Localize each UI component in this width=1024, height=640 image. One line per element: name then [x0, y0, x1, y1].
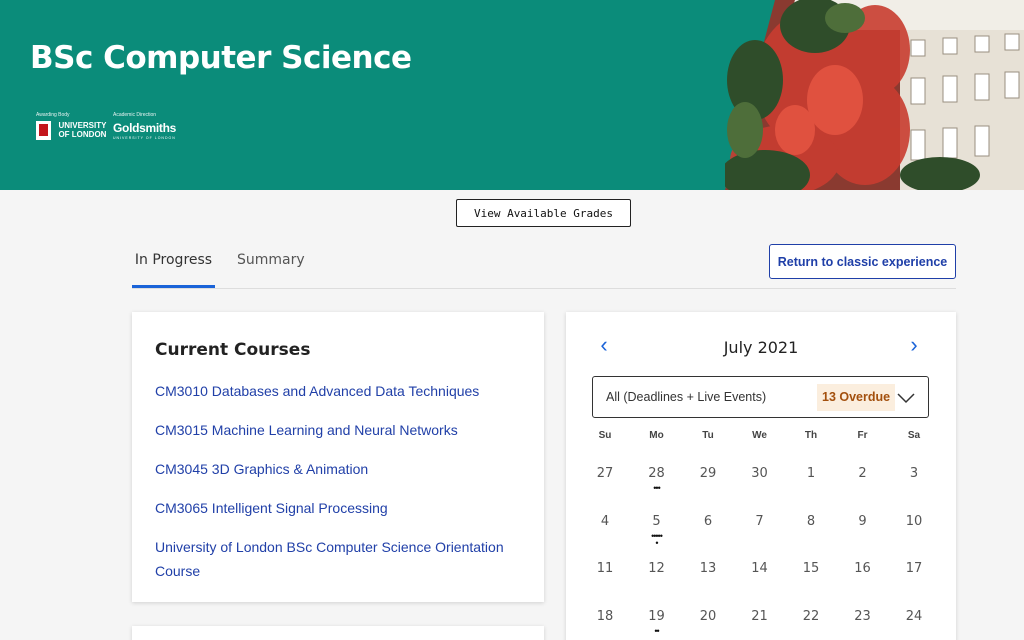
calendar-day[interactable]: 28	[637, 466, 677, 481]
event-dots: •	[655, 537, 658, 548]
weekday-su: Su	[598, 430, 612, 441]
university-of-london-logo: Awarding Body UNIVERSITY OF LONDON	[36, 112, 106, 140]
filter-label: All (Deadlines + Live Events)	[606, 390, 767, 404]
goldsmiths-name: Goldsmiths	[113, 121, 177, 135]
calendar-day[interactable]: 27	[585, 466, 625, 481]
awarding-body-label: Awarding Body	[36, 112, 70, 118]
weekday-sa: Sa	[907, 430, 921, 441]
calendar-day[interactable]: 17	[894, 561, 934, 576]
calendar-day[interactable]: 5	[637, 514, 677, 529]
goldsmiths-sub: UNIVERSITY OF LONDON	[113, 136, 176, 140]
page-title: BSc Computer Science	[30, 40, 412, 76]
calendar-day[interactable]: 29	[688, 466, 728, 481]
calendar-day[interactable]: 22	[791, 609, 831, 624]
uol-line1: UNIVERSITY	[58, 121, 107, 130]
next-month-button[interactable]: ›	[902, 332, 926, 357]
weekday-fr: Fr	[857, 430, 868, 441]
calendar-day[interactable]: 14	[740, 561, 780, 576]
course-link-orientation[interactable]: University of London BSc Computer Scienc…	[155, 536, 521, 583]
overdue-badge[interactable]: 13 Overdue	[817, 384, 896, 411]
current-courses-card: Current Courses CM3010 Databases and Adv…	[132, 312, 544, 602]
calendar-day[interactable]: 6	[688, 514, 728, 529]
calendar-day[interactable]: 9	[843, 514, 883, 529]
chevron-down-icon	[897, 393, 915, 404]
calendar-day[interactable]: 8	[791, 514, 831, 529]
crest-icon	[36, 121, 51, 140]
calendar-day[interactable]: 10	[894, 514, 934, 529]
weekday-mo: Mo	[649, 430, 664, 441]
calendar-card: ‹ July 2021 › All (Deadlines + Live Even…	[566, 312, 956, 640]
calendar-day[interactable]: 1	[791, 466, 831, 481]
event-dots: ••	[654, 625, 659, 636]
calendar-day[interactable]: 13	[688, 561, 728, 576]
calendar-day[interactable]: 15	[791, 561, 831, 576]
calendar-day[interactable]: 18	[585, 609, 625, 624]
calendar-day[interactable]: 12	[637, 561, 677, 576]
event-filter-select[interactable]: All (Deadlines + Live Events) 13 Overdue	[592, 376, 929, 418]
calendar-day[interactable]: 23	[843, 609, 883, 624]
course-link-cm3065[interactable]: CM3065 Intelligent Signal Processing	[155, 497, 521, 521]
calendar-month: July 2021	[723, 338, 799, 357]
academic-direction-label: Academic Direction	[113, 112, 157, 118]
calendar-day[interactable]: 30	[740, 466, 780, 481]
calendar-day[interactable]: 16	[843, 561, 883, 576]
calendar-day[interactable]: 4	[585, 514, 625, 529]
calendar-day[interactable]: 2	[843, 466, 883, 481]
calendar-day[interactable]: 20	[688, 609, 728, 624]
calendar-day[interactable]: 19	[637, 609, 677, 624]
weekday-we: We	[752, 430, 767, 441]
calendar-day[interactable]: 24	[894, 609, 934, 624]
weekday-tu: Tu	[702, 430, 714, 441]
event-dots: •••	[653, 483, 660, 493]
progress-tabs: In Progress Summary Return to classic ex…	[132, 244, 956, 289]
courses-heading: Current Courses	[155, 340, 311, 360]
calendar-day[interactable]: 3	[894, 466, 934, 481]
uol-line2: OF LONDON	[58, 130, 107, 139]
view-grades-button[interactable]: View Available Grades	[456, 199, 631, 227]
ivy-building-photo	[725, 0, 1024, 190]
weekday-th: Th	[804, 430, 818, 441]
course-link-cm3010[interactable]: CM3010 Databases and Advanced Data Techn…	[155, 380, 521, 404]
course-banner: BSc Computer Science Awarding Body UNIVE…	[0, 0, 1024, 190]
return-classic-button[interactable]: Return to classic experience	[769, 244, 956, 279]
course-link-cm3015[interactable]: CM3015 Machine Learning and Neural Netwo…	[155, 419, 521, 443]
calendar-day[interactable]: 7	[740, 514, 780, 529]
course-link-cm3045[interactable]: CM3045 3D Graphics & Animation	[155, 458, 521, 482]
calendar-day[interactable]: 21	[740, 609, 780, 624]
secondary-card	[132, 626, 544, 640]
tab-in-progress[interactable]: In Progress	[132, 252, 215, 288]
goldsmiths-logo: Academic Direction Goldsmiths UNIVERSITY…	[113, 112, 176, 140]
calendar-day[interactable]: 11	[585, 561, 625, 576]
tab-summary[interactable]: Summary	[237, 252, 305, 288]
